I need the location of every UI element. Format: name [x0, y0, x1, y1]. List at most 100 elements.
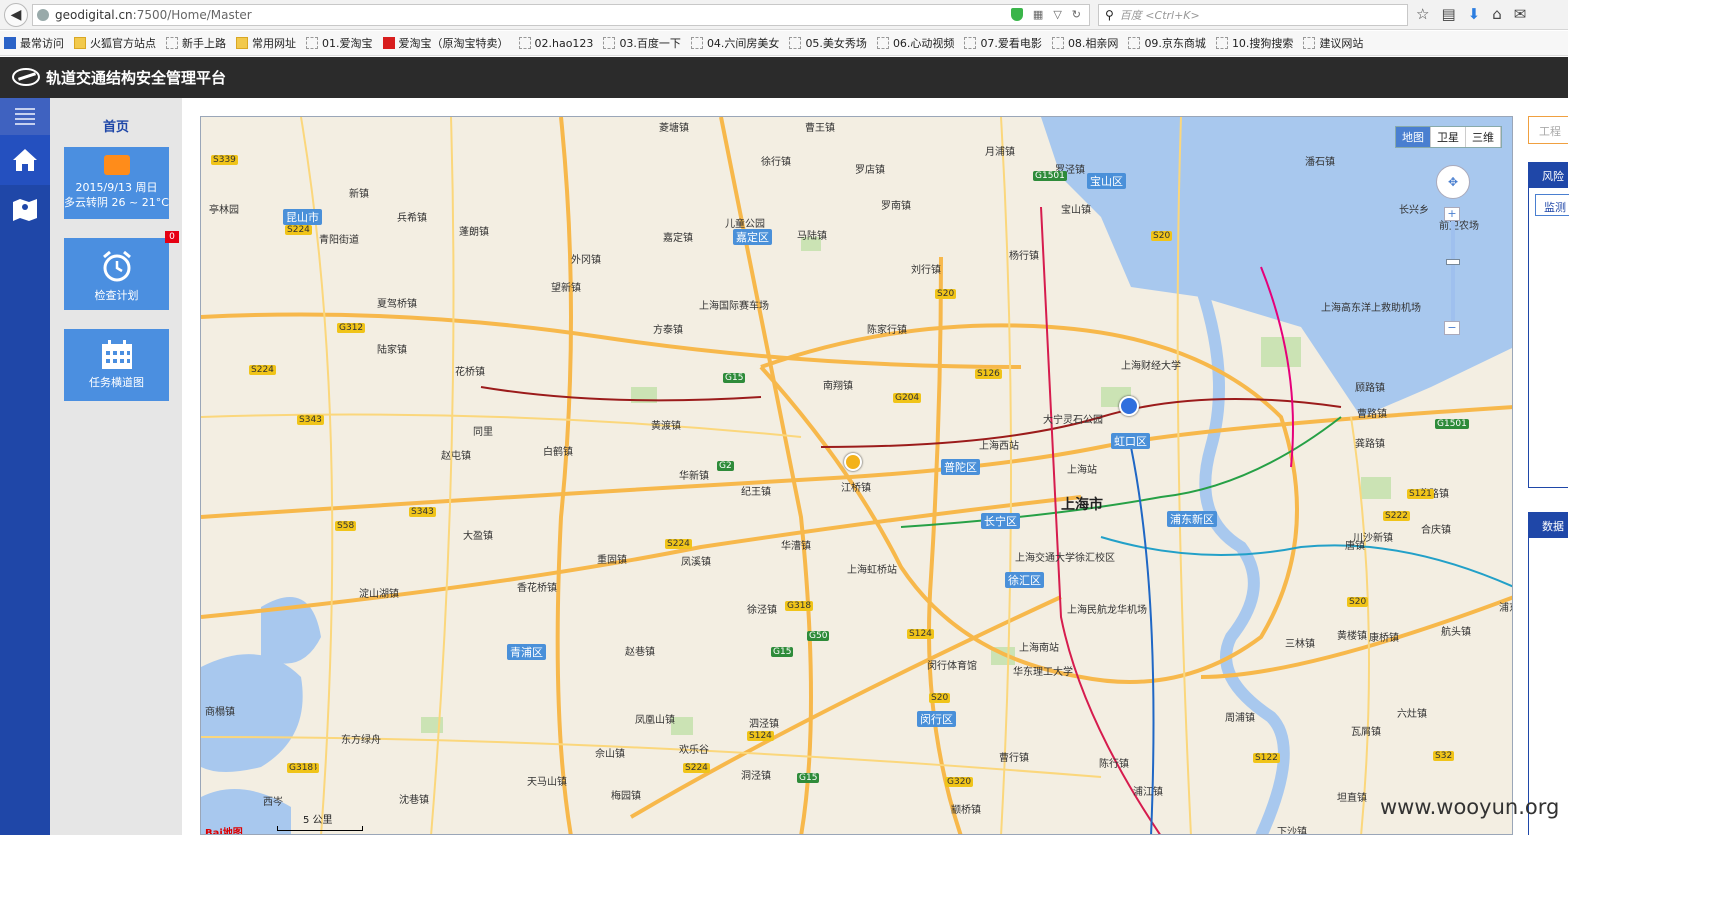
zoom-control[interactable]: + −	[1444, 207, 1462, 337]
district-label[interactable]: 虹口区	[1111, 433, 1150, 449]
place-label: 西岑	[263, 797, 283, 808]
city-label[interactable]: 上海市	[1061, 494, 1103, 514]
home-icon[interactable]: ⌂	[1492, 5, 1502, 23]
place-label: 香花桥镇	[517, 583, 557, 594]
bookmark-item[interactable]: 火狐官方站点	[74, 35, 156, 51]
home-label[interactable]: 首页	[50, 116, 182, 135]
road-shield: S224	[683, 763, 710, 773]
back-button[interactable]: ◀	[4, 3, 28, 27]
watermark: www.wooyun.org	[1380, 795, 1560, 819]
location-pin-blue[interactable]	[1119, 396, 1139, 416]
reading-list-icon[interactable]: ▤	[1441, 5, 1455, 23]
bookmark-item[interactable]: 新手上路	[166, 35, 226, 51]
bookmark-icon	[1128, 37, 1141, 49]
bookmark-item[interactable]: 爱淘宝（原淘宝特卖）	[382, 35, 509, 51]
district-label[interactable]: 长宁区	[981, 513, 1020, 529]
road-shield: G15	[797, 773, 820, 783]
place-label: 曹路镇	[1357, 409, 1387, 420]
reload-icon[interactable]: ↻	[1072, 8, 1081, 21]
zoom-in-button[interactable]: +	[1444, 207, 1460, 221]
road-shield: S222	[1383, 511, 1410, 521]
pan-control-icon[interactable]: ✥	[1436, 165, 1470, 199]
plan-label: 检查计划	[94, 289, 139, 302]
district-label[interactable]: 昆山市	[283, 209, 322, 225]
bookmark-item[interactable]: 08.相亲网	[1051, 35, 1118, 51]
bookmark-item[interactable]: 10.搜狗搜索	[1215, 35, 1293, 51]
map-canvas[interactable]	[201, 117, 1513, 835]
place-label: 同里	[473, 427, 493, 438]
plan-count-badge: 0	[165, 231, 179, 243]
place-label: 上海南站	[1019, 643, 1059, 654]
road-shield: G1501	[1033, 171, 1067, 181]
road-shield: S20	[935, 289, 957, 299]
search-icon: ⚲	[1105, 8, 1114, 22]
weather-date: 2015/9/13 周日	[75, 181, 158, 194]
bookmark-item[interactable]: 常用网址	[236, 35, 296, 51]
place-label: 佘山镇	[595, 749, 625, 760]
place-label: 大盈镇	[463, 531, 493, 542]
road-shield: S20	[929, 693, 951, 703]
map-type-switcher[interactable]: 地图 卫星 三维	[1395, 126, 1502, 148]
zoom-slider-knob[interactable]	[1446, 259, 1460, 265]
place-label: 菱塘镇	[659, 123, 689, 134]
bookmark-label: 建议网站	[1319, 37, 1364, 50]
zoom-out-button[interactable]: −	[1444, 321, 1460, 335]
district-label[interactable]: 浦东新区	[1167, 511, 1217, 527]
road-shield: G15	[771, 647, 794, 657]
qr-icon[interactable]: ▦	[1033, 8, 1043, 21]
road-shield: S122	[1253, 753, 1280, 763]
zoom-slider[interactable]	[1446, 221, 1460, 321]
download-icon[interactable]: ⬇	[1468, 5, 1481, 23]
rail-map-button[interactable]	[0, 185, 50, 235]
place-label: 上海民航龙华机场	[1067, 605, 1147, 616]
security-shield-icon[interactable]	[1010, 8, 1023, 21]
district-label[interactable]: 普陀区	[941, 459, 980, 475]
place-label: 黄渡镇	[651, 421, 681, 432]
place-label: 望新镇	[551, 283, 581, 294]
place-label: 上海交通大学徐汇校区	[1015, 553, 1115, 564]
dropdown-icon[interactable]: ▽	[1053, 8, 1061, 21]
map-type-3d[interactable]: 三维	[1466, 127, 1501, 147]
app-title: 轨道交通结构安全管理平台	[46, 69, 227, 87]
bookmark-label: 05.美女秀场	[805, 37, 867, 50]
map-view[interactable]: 昆山市 嘉定区 宝山区 普陀区 虹口区 长宁区 浦东新区 徐汇区 青浦区 闵行区 菱塘镇 曹王镇 月浦镇…	[200, 116, 1513, 835]
project-search-input[interactable]: 工程	[1528, 116, 1568, 144]
right-panel: 工程 风险 监测 数据	[1528, 116, 1569, 835]
place-label: 上海西站	[979, 441, 1019, 452]
map-type-map[interactable]: 地图	[1396, 127, 1431, 147]
place-label: 三林镇	[1285, 639, 1315, 650]
road-shield: S58	[335, 521, 357, 531]
bookmark-item[interactable]: 06.心动视频	[876, 35, 954, 51]
bookmark-item[interactable]: 04.六间房美女	[690, 35, 779, 51]
bookmark-item[interactable]: 09.京东商城	[1128, 35, 1206, 51]
place-label: 江桥镇	[841, 483, 871, 494]
baidu-logo[interactable]: Bai地图	[205, 824, 243, 834]
bookmark-star-icon[interactable]: ☆	[1416, 5, 1429, 23]
district-label[interactable]: 青浦区	[507, 644, 546, 660]
inspection-plan-tile[interactable]: 0 检查计划	[64, 231, 179, 310]
bookmark-item[interactable]: 02.hao123	[518, 37, 593, 50]
place-label: 新镇	[349, 189, 369, 200]
road-shield: S224	[249, 365, 276, 375]
bookmark-item[interactable]: 03.百度一下	[603, 35, 681, 51]
district-label[interactable]: 闵行区	[917, 711, 956, 727]
rail-home-button[interactable]	[0, 135, 50, 185]
district-label[interactable]: 宝山区	[1087, 173, 1126, 189]
location-pin-gold[interactable]	[844, 453, 862, 471]
address-bar[interactable]: geodigital.cn:7500/Home/Master ▦ ▽ ↻	[32, 4, 1090, 26]
district-label[interactable]: 徐汇区	[1005, 572, 1044, 588]
bookmark-item[interactable]: 最常访问	[4, 35, 64, 51]
bookmark-label: 火狐官方站点	[90, 37, 156, 50]
bookmark-item[interactable]: 建议网站	[1303, 35, 1363, 51]
district-label[interactable]: 嘉定区	[733, 229, 772, 245]
bookmark-item[interactable]: 05.美女秀场	[789, 35, 867, 51]
chat-icon[interactable]: ✉	[1514, 5, 1527, 23]
task-gantt-tile[interactable]: 任务横道图	[64, 329, 169, 401]
map-type-satellite[interactable]: 卫星	[1431, 127, 1466, 147]
search-box[interactable]: ⚲ 百度 <Ctrl+K>	[1098, 4, 1408, 26]
bookmark-item[interactable]: 01.爱淘宝	[306, 35, 373, 51]
weather-tile[interactable]: 2015/9/13 周日 多云转阴 26 ~ 21°C	[64, 147, 169, 219]
bookmark-item[interactable]: 07.爱看电影	[964, 35, 1042, 51]
monitor-tab[interactable]: 监测	[1535, 194, 1569, 216]
menu-toggle-button[interactable]	[0, 98, 50, 135]
